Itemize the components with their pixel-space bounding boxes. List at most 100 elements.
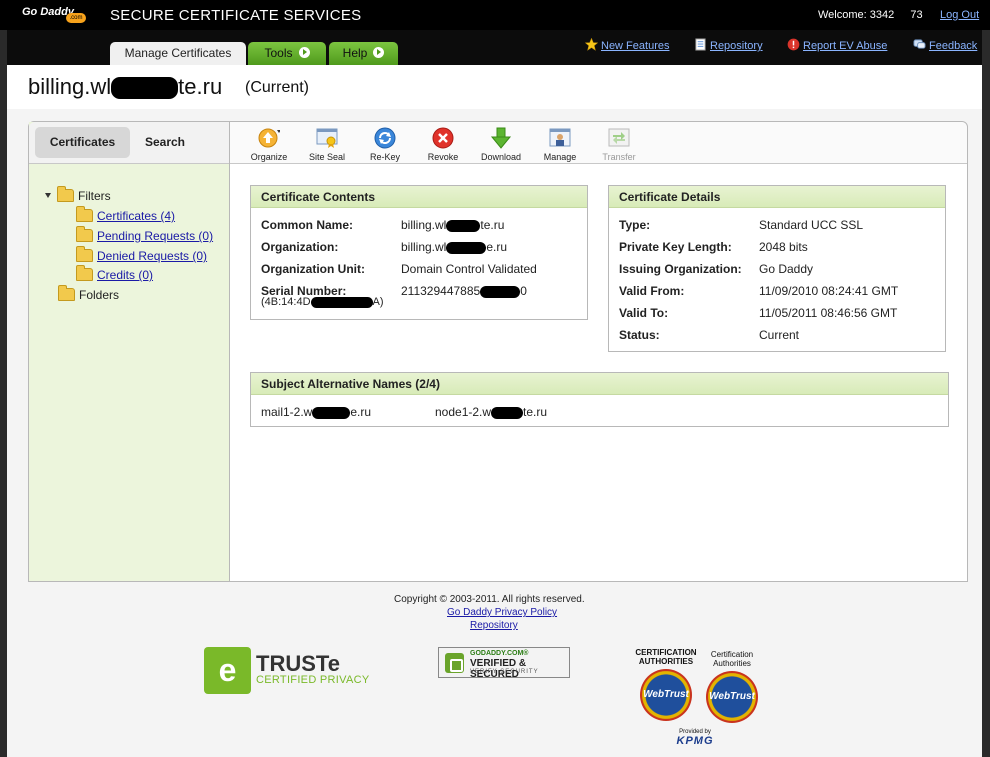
- webtrust-seal[interactable]: CERTIFICATION AUTHORITIES WebTrust: [634, 648, 698, 721]
- webtrust-ev-seal[interactable]: Certification Authorities WebTrust: [701, 650, 763, 723]
- tree-node-folders[interactable]: Folders: [58, 285, 120, 302]
- organize-button[interactable]: Organize: [239, 127, 299, 162]
- footer-repository-link[interactable]: Repository: [470, 620, 518, 631]
- site-seal-icon: [316, 128, 338, 148]
- transfer-button[interactable]: Transfer: [589, 127, 649, 162]
- webtrust-caption: Certification Authorities: [710, 650, 754, 668]
- document-icon: [695, 38, 706, 51]
- tab-label: Help: [342, 46, 368, 60]
- value-start: 211329447885: [401, 284, 481, 298]
- redaction: [446, 219, 481, 232]
- folder-icon: [57, 186, 74, 202]
- redaction: [491, 406, 524, 419]
- kpmg-mark: KPMG: [676, 735, 714, 747]
- truste-seal[interactable]: e TRUSTe CERTIFIED PRIVACY: [204, 647, 372, 695]
- field-value: Go Daddy: [759, 262, 814, 276]
- nav-bar: Manage Certificates Tools Help New Featu…: [0, 30, 990, 65]
- revoke-button[interactable]: Revoke: [413, 127, 473, 162]
- star-icon: [585, 38, 598, 51]
- manage-button[interactable]: Manage: [530, 127, 590, 162]
- sidebar-tabs: Certificates Search: [29, 122, 229, 164]
- tab-help[interactable]: Help: [329, 42, 398, 65]
- san-value: mail1-2.w e.ru: [261, 405, 371, 419]
- download-button[interactable]: Download: [471, 127, 531, 162]
- tree-item-certificates[interactable]: Certificates (4): [76, 206, 175, 223]
- seal-line1: GODADDY.COM®: [470, 650, 529, 657]
- tree-label: Folders: [79, 288, 120, 302]
- tree-node-filters[interactable]: Filters: [45, 186, 111, 203]
- folder-icon: [76, 206, 93, 222]
- rekey-icon: [374, 127, 396, 149]
- welcome-tail: 73: [910, 9, 923, 21]
- app-title: SECURE CERTIFICATE SERVICES: [110, 7, 362, 24]
- tab-tools[interactable]: Tools: [248, 42, 326, 65]
- field-value: 211329447885 0: [401, 284, 527, 298]
- tab-search[interactable]: Search: [133, 127, 197, 158]
- site-seal-button[interactable]: Site Seal: [297, 127, 357, 162]
- page-heading: billing.wl te.ru (Current): [8, 65, 982, 109]
- feedback-label: Feedback: [929, 40, 978, 52]
- serial-hex-end: A): [372, 296, 384, 308]
- field-value: Standard UCC SSL: [759, 218, 864, 232]
- redaction: [312, 406, 351, 419]
- san-start: node1-2.w: [435, 405, 492, 419]
- field-value: Domain Control Validated: [401, 262, 537, 276]
- folder-icon: [76, 265, 93, 281]
- report-ev-abuse-label: Report EV Abuse: [803, 40, 888, 52]
- godaddy-logo[interactable]: Go Daddy .com: [22, 4, 88, 26]
- download-icon: [490, 127, 512, 149]
- tool-label: Site Seal: [308, 152, 346, 162]
- organize-icon: [258, 128, 280, 148]
- collapse-arrow-icon[interactable]: [45, 193, 51, 198]
- tree-item-credits[interactable]: Credits (0): [76, 265, 153, 282]
- kpmg-logo: Provided by KPMG: [671, 729, 719, 747]
- top-bar: Go Daddy .com SECURE CERTIFICATE SERVICE…: [0, 0, 990, 30]
- rekey-button[interactable]: Re-Key: [355, 127, 415, 162]
- tab-certificates[interactable]: Certificates: [35, 127, 130, 158]
- field-label: Status:: [619, 328, 660, 342]
- field-value: Current: [759, 328, 800, 342]
- folder-icon: [76, 246, 93, 262]
- tab-label: Manage Certificates: [124, 46, 232, 60]
- sidebar: Certificates Search Filters Certificates…: [29, 122, 230, 581]
- field-value: 11/05/2011 08:46:56 GMT: [759, 306, 898, 320]
- san-start: mail1-2.w: [261, 405, 313, 419]
- field-value: 11/09/2010 08:24:41 GMT: [759, 284, 899, 298]
- tree-link[interactable]: Pending Requests (0): [97, 229, 213, 243]
- tree-link[interactable]: Certificates (4): [97, 209, 175, 223]
- certificate-details-panel: Certificate Details Type: Standard UCC S…: [608, 185, 946, 352]
- subject-alternative-names-panel: Subject Alternative Names (2/4) mail1-2.…: [250, 372, 949, 427]
- repository-link[interactable]: Repository: [694, 38, 763, 52]
- field-label: Organization Unit:: [261, 262, 365, 276]
- feedback-link[interactable]: Feedback: [913, 38, 977, 52]
- value-end: te.ru: [480, 218, 505, 232]
- tree-item-pending-requests[interactable]: Pending Requests (0): [76, 226, 213, 243]
- tree-link[interactable]: Denied Requests (0): [97, 249, 207, 263]
- value-start: billing.wl: [401, 240, 447, 254]
- tree-item-denied-requests[interactable]: Denied Requests (0): [76, 246, 207, 263]
- logout-link[interactable]: Log Out: [940, 9, 979, 21]
- lock-icon: [445, 653, 464, 673]
- privacy-policy-link[interactable]: Go Daddy Privacy Policy: [447, 607, 557, 618]
- tool-label: Transfer: [602, 152, 636, 162]
- verified-secured-seal[interactable]: GODADDY.COM® VERIFIED & SECURED VERIFY S…: [438, 647, 570, 680]
- field-label: Private Key Length:: [619, 240, 732, 254]
- tree-link[interactable]: Credits (0): [97, 268, 153, 282]
- redaction: [480, 285, 521, 298]
- report-ev-abuse-link[interactable]: Report EV Abuse: [787, 38, 887, 52]
- redaction: [111, 77, 179, 100]
- new-features-link[interactable]: New Features: [585, 38, 669, 52]
- panel-title: Subject Alternative Names (2/4): [251, 373, 948, 395]
- copyright-text: Copyright © 2003-2011. All rights reserv…: [394, 594, 585, 605]
- field-label: Common Name:: [261, 218, 354, 232]
- san-end: e.ru: [350, 405, 372, 419]
- arrow-right-icon: [298, 47, 310, 58]
- truste-badge: e: [204, 647, 251, 694]
- tab-label: Tools: [264, 46, 293, 60]
- arrow-right-icon: [373, 47, 385, 58]
- tab-manage-certificates[interactable]: Manage Certificates: [110, 42, 246, 65]
- serial-hex: (4B:14:4D A): [261, 296, 384, 308]
- tree-label: Filters: [78, 189, 111, 203]
- field-label: Organization:: [261, 240, 339, 254]
- value-end: e.ru: [486, 240, 508, 254]
